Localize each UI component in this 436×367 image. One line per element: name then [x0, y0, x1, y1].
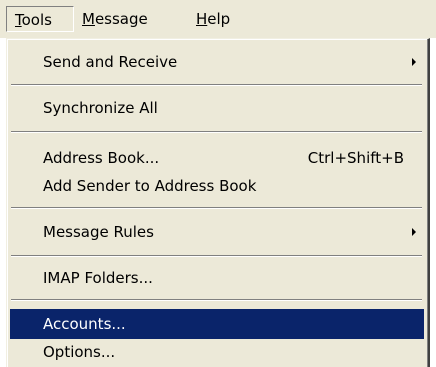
menu-help[interactable]: Help: [188, 6, 244, 32]
menu-item-accounts[interactable]: Accounts...: [10, 309, 424, 339]
menu-item-label: Send and Receive: [43, 53, 178, 71]
submenu-arrow-icon: [412, 58, 416, 66]
menu-help-mnemonic: H: [196, 10, 208, 28]
menu-separator: [11, 299, 422, 301]
menu-item-add-sender-to-address-book[interactable]: Add Sender to Address Book: [10, 171, 424, 201]
menu-item-options[interactable]: Options...: [10, 337, 424, 367]
menu-item-label: Accounts...: [43, 315, 126, 333]
menu-separator: [11, 131, 422, 133]
menu-item-label: Add Sender to Address Book: [43, 177, 257, 195]
menu-separator: [11, 84, 422, 86]
submenu-arrow-icon: [412, 228, 416, 236]
menu-bar: Tools Message Help: [0, 0, 436, 38]
menu-tools[interactable]: Tools: [6, 6, 74, 32]
menu-item-label: Options...: [43, 343, 116, 361]
menu-tools-label: ools: [21, 11, 52, 29]
menu-item-shortcut: Ctrl+Shift+B: [307, 149, 404, 167]
menu-item-label: Message Rules: [43, 223, 154, 241]
menu-item-message-rules[interactable]: Message Rules: [10, 217, 424, 247]
menu-item-address-book[interactable]: Address Book... Ctrl+Shift+B: [10, 143, 424, 173]
menu-item-send-and-receive[interactable]: Send and Receive: [10, 47, 424, 77]
tools-dropdown-menu: Send and Receive Synchronize All Address…: [6, 38, 430, 367]
menu-item-imap-folders[interactable]: IMAP Folders...: [10, 263, 424, 293]
menu-message-mnemonic: M: [82, 10, 95, 28]
menu-tools-mnemonic: T: [15, 11, 22, 29]
menu-message[interactable]: Message: [74, 6, 178, 32]
menu-item-label: Synchronize All: [43, 99, 158, 117]
menu-help-label: elp: [207, 10, 231, 28]
menu-item-synchronize-all[interactable]: Synchronize All: [10, 93, 424, 123]
menu-separator: [11, 207, 422, 209]
menu-separator: [11, 255, 422, 257]
menu-message-label: essage: [94, 10, 148, 28]
menu-item-label: Address Book...: [43, 149, 160, 167]
menu-item-label: IMAP Folders...: [43, 269, 153, 287]
